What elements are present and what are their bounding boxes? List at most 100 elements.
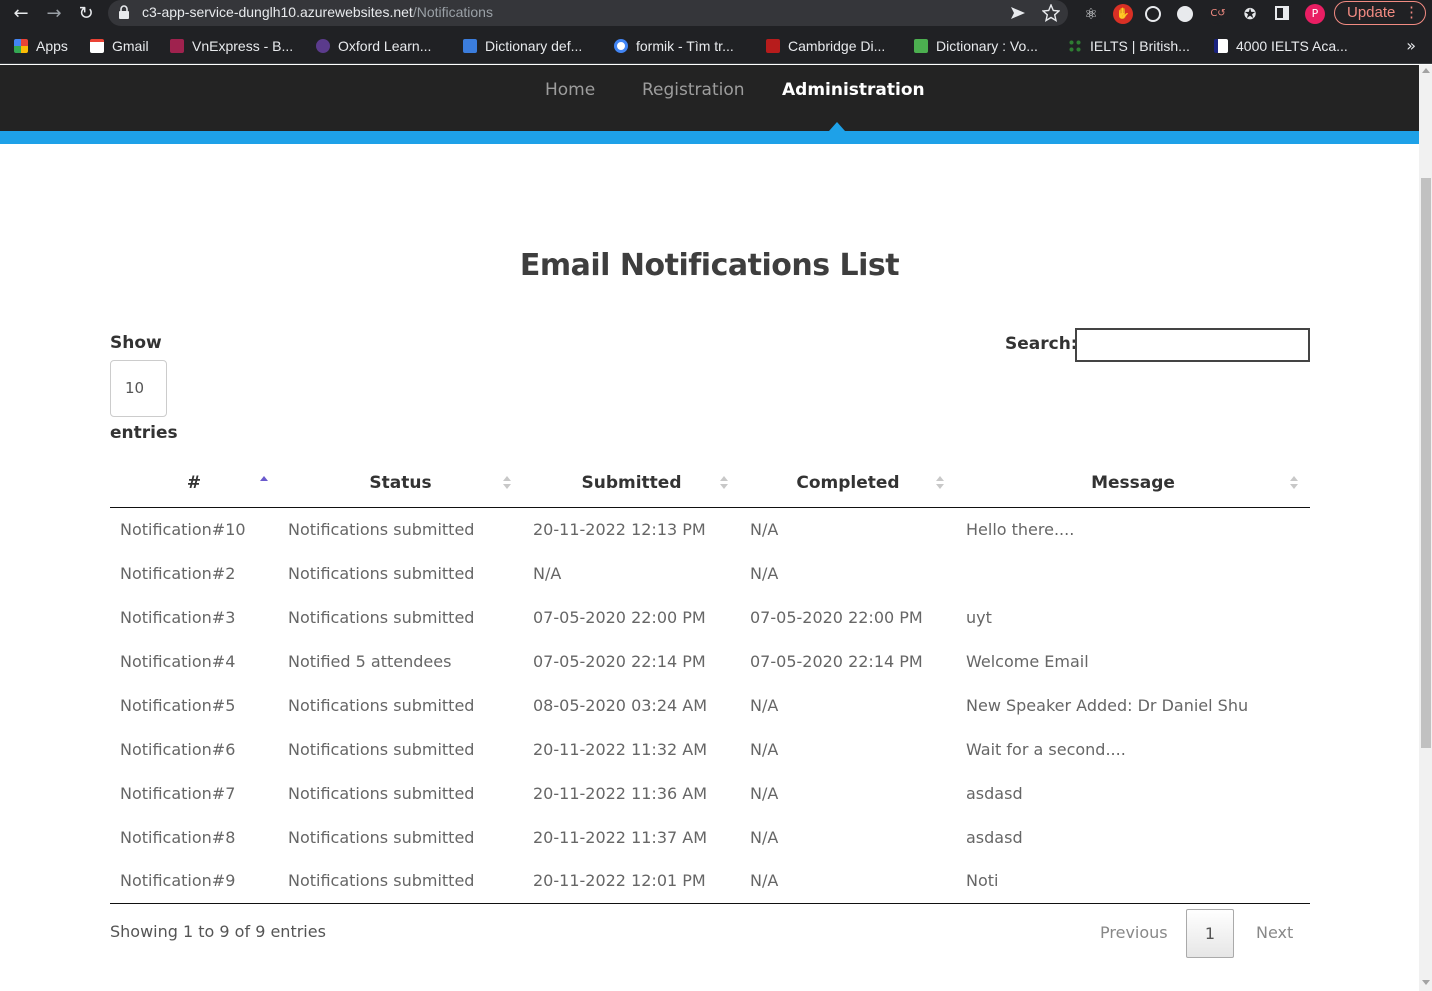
cell-submitted: 20-11-2022 11:37 AM <box>533 827 708 847</box>
cell-id: Notification#8 <box>120 827 236 847</box>
cell-status: Notifications submitted <box>288 739 475 759</box>
adblock-icon[interactable]: ✋ <box>1113 4 1133 24</box>
react-devtools-icon[interactable]: ⚛ <box>1081 4 1101 24</box>
cell-message: Hello there.... <box>966 519 1075 539</box>
cell-id: Notification#10 <box>120 519 246 539</box>
update-button[interactable]: Update ⋮ <box>1334 1 1426 25</box>
pagination-previous[interactable]: Previous <box>1100 923 1168 942</box>
translate-extension-icon[interactable]: C↺ <box>1208 4 1228 24</box>
cell-status: Notifications submitted <box>288 607 475 627</box>
cell-submitted: 20-11-2022 11:32 AM <box>533 739 708 759</box>
bookmark-oxford[interactable]: Oxford Learn... <box>316 37 431 55</box>
cell-message: Welcome Email <box>966 651 1089 671</box>
reload-icon[interactable]: ↻ <box>74 2 98 26</box>
column-header-message[interactable]: Message <box>956 460 1310 508</box>
table-header-row: # Status Submitted Completed Message <box>110 460 1310 508</box>
ielts-icon <box>1068 39 1082 53</box>
sort-icon <box>1290 476 1298 490</box>
table-row: Notification#2 Notifications submitted N/A… <box>110 551 1310 595</box>
bookmark-vnexpress[interactable]: VnExpress - B... <box>170 37 293 55</box>
sidepanel-icon[interactable] <box>1275 6 1289 20</box>
column-header-status[interactable]: Status <box>278 460 523 508</box>
cell-message: New Speaker Added: Dr Daniel Shu <box>966 695 1249 715</box>
profile-avatar[interactable]: P <box>1305 4 1325 24</box>
cell-status: Notifications submitted <box>288 827 475 847</box>
scrollbar-thumb[interactable] <box>1421 178 1431 748</box>
site-navbar: Home Registration Administration <box>0 65 1419 131</box>
cell-message <box>956 551 1310 595</box>
pagination-next[interactable]: Next <box>1256 923 1293 942</box>
table-row: Notification#4 Notified 5 attendees 07-05-… <box>110 639 1310 683</box>
page-length-select[interactable]: 10 <box>110 360 167 417</box>
cell-completed: N/A <box>750 563 779 583</box>
back-icon[interactable]: ← <box>9 2 33 26</box>
table-row: Notification#7 Notifications submitted 20-… <box>110 771 1310 815</box>
puzzle-icon[interactable]: ✪ <box>1240 4 1260 24</box>
bookmark-apps[interactable]: Apps <box>14 37 68 55</box>
forward-icon[interactable]: → <box>42 2 66 26</box>
cell-status: Notifications submitted <box>278 859 523 904</box>
cambridge-icon <box>766 39 780 53</box>
google-icon <box>614 39 628 53</box>
bookmark-cambridge[interactable]: Cambridge Di... <box>766 37 885 55</box>
cell-message: Noti <box>956 859 1310 904</box>
scroll-up-arrow-icon[interactable] <box>1422 68 1430 73</box>
cell-id: Notification#5 <box>120 695 236 715</box>
circle-extension-icon[interactable] <box>1177 6 1193 22</box>
cell-status: Notified 5 attendees <box>288 651 452 671</box>
sort-icon <box>720 476 728 490</box>
browser-toolbar: ← → ↻ c3-app-service-dunglh10.azurewebsi… <box>0 0 1432 28</box>
bookmarks-bar: Apps Gmail VnExpress - B... Oxford Learn… <box>0 28 1432 64</box>
nav-administration[interactable]: Administration <box>782 80 925 100</box>
cell-id: Notification#4 <box>120 651 236 671</box>
cell-message: uyt <box>966 607 992 627</box>
url-text[interactable]: c3-app-service-dunglh10.azurewebsites.ne… <box>142 4 493 20</box>
bookmark-vocabulary[interactable]: Dictionary : Vo... <box>914 37 1038 55</box>
bookmark-dictionary[interactable]: Dictionary def... <box>463 37 582 55</box>
column-header-submitted[interactable]: Submitted <box>523 460 740 508</box>
cell-completed: N/A <box>750 827 779 847</box>
table-row: Notification#6 Notifications submitted 20-… <box>110 727 1310 771</box>
table-row: Notification#10 Notifications submitted 20… <box>110 507 1310 551</box>
dictionary-icon <box>463 39 477 53</box>
cell-id: Notification#2 <box>120 563 236 583</box>
column-header-completed[interactable]: Completed <box>740 460 956 508</box>
cell-submitted: 08-05-2020 03:24 AM <box>533 695 708 715</box>
pagination-page-1[interactable]: 1 <box>1186 909 1234 958</box>
page-title: Email Notifications List <box>519 248 900 283</box>
bookmarks-overflow-icon[interactable]: » <box>1406 36 1416 55</box>
cell-submitted: 20-11-2022 12:13 PM <box>533 519 706 539</box>
active-nav-caret <box>829 122 845 131</box>
cell-id: Notification#6 <box>120 739 236 759</box>
cell-message: asdasd <box>966 827 1023 847</box>
scroll-down-arrow-icon[interactable] <box>1422 980 1430 985</box>
column-header-number[interactable]: # <box>110 460 278 508</box>
ielts-academic-icon <box>1214 39 1228 53</box>
cell-submitted: 20-11-2022 11:36 AM <box>533 783 708 803</box>
bookmark-4000-ielts[interactable]: 4000 IELTS Aca... <box>1214 37 1348 55</box>
cell-completed: N/A <box>750 783 779 803</box>
kebab-menu-icon[interactable]: ⋮ <box>1404 2 1419 24</box>
cell-completed: N/A <box>750 695 779 715</box>
cell-completed: N/A <box>750 519 779 539</box>
cell-submitted: 20-11-2022 12:01 PM <box>523 859 740 904</box>
sort-icon <box>503 476 511 490</box>
table-row: Notification#3 Notifications submitted 07-… <box>110 595 1310 639</box>
lock-icon <box>119 5 129 19</box>
send-icon[interactable] <box>1010 6 1026 20</box>
notifications-table: # Status Submitted Completed Message Not… <box>110 460 1310 904</box>
bookmark-ielts-british[interactable]: IELTS | British... <box>1068 37 1190 55</box>
nav-registration[interactable]: Registration <box>642 80 745 100</box>
cell-status: Notifications submitted <box>288 695 475 715</box>
cell-id: Notification#9 <box>110 859 278 904</box>
search-input[interactable] <box>1075 328 1310 362</box>
bookmark-gmail[interactable]: Gmail <box>90 37 149 55</box>
target-extension-icon[interactable] <box>1145 6 1161 22</box>
cell-message: Wait for a second.... <box>966 739 1126 759</box>
star-icon[interactable] <box>1042 4 1060 22</box>
bookmark-formik[interactable]: formik - Tìm tr... <box>614 37 734 55</box>
nav-home[interactable]: Home <box>545 80 595 100</box>
table-row: Notification#8 Notifications submitted 20-… <box>110 815 1310 859</box>
sort-ascending-icon <box>260 476 268 490</box>
gmail-icon <box>90 39 104 53</box>
